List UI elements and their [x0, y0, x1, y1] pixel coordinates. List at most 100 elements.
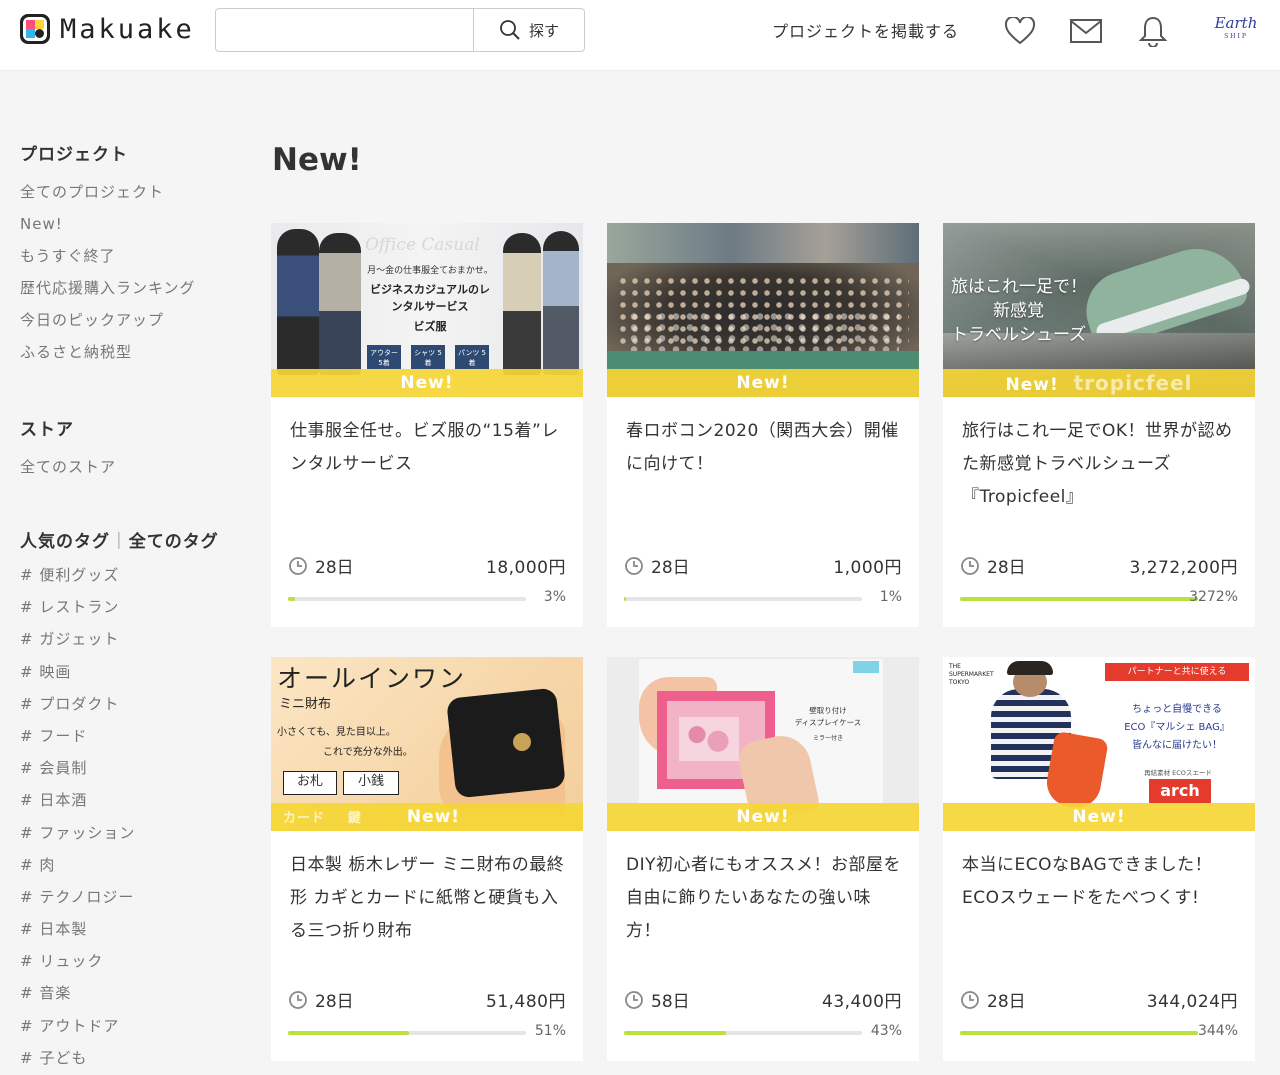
tag-item[interactable]: # 日本酒: [20, 785, 240, 817]
project-image[interactable]: 旅はこれ一足で！ 新感覚 トラベルシューズ New! tropicfeel: [943, 223, 1255, 397]
progress-percent: 344%: [1197, 1023, 1238, 1039]
tag-item[interactable]: # 会員制: [20, 753, 240, 785]
days-value: 28日: [987, 992, 1026, 1012]
image-line-2: これで充分な外出。: [323, 747, 413, 758]
sidebar-item-all-stores[interactable]: 全てのストア: [20, 453, 240, 485]
tag-item[interactable]: # 日本製: [20, 914, 240, 946]
progress-percent: 43%: [870, 1023, 902, 1039]
tag-item[interactable]: # 音楽: [20, 978, 240, 1010]
project-card[interactable]: THE SUPERMARKET TOKYO パートナーと共に使える ちょっと自慢…: [943, 657, 1255, 1061]
days-value: 28日: [315, 992, 354, 1012]
tag-item[interactable]: # ファッション: [20, 818, 240, 850]
tag-item[interactable]: # 便利グッズ: [20, 560, 240, 592]
tag-item[interactable]: # 映画: [20, 657, 240, 689]
project-image[interactable]: オールインワン ミニ財布 小さくても、見た目以上。 これで充分な外出。 お札 小…: [271, 657, 583, 831]
progress-fill: [960, 597, 1198, 601]
image-headline: ビジネスカジュアルのレンタルサービス: [370, 283, 490, 313]
sidebar-item-ending-soon[interactable]: もうすぐ終了: [20, 242, 240, 274]
sidebar-item-new[interactable]: New!: [20, 210, 240, 242]
bell-icon[interactable]: [1136, 14, 1170, 48]
image-line-3: 皆んなに届けたい！: [1132, 740, 1222, 751]
project-title[interactable]: 旅行はこれ一足でOK！世界が認めた新感覚トラベルシューズ『Tropicfeel』: [962, 415, 1240, 514]
sidebar-tags-heading: 人気のタグ | 全てのタグ: [20, 527, 240, 553]
new-badge: New!: [943, 803, 1255, 831]
tag-item[interactable]: # プロダクト: [20, 689, 240, 721]
clock-icon: [625, 556, 643, 575]
sidebar-item-all-projects[interactable]: 全てのプロジェクト: [20, 178, 240, 210]
sidebar-item-furusato[interactable]: ふるさと納税型: [20, 338, 240, 370]
page-title: New!: [272, 142, 362, 178]
chip-card-faded: カード: [283, 811, 326, 826]
project-card[interactable]: オールインワン ミニ財布 小さくても、見た目以上。 これで充分な外出。 お札 小…: [271, 657, 583, 1061]
search-box: 探す: [215, 8, 585, 52]
image-line-2: ディスプレイケース: [794, 718, 862, 727]
sidebar-store-heading: ストア: [20, 420, 74, 440]
popular-tags-label: 人気のタグ: [20, 532, 110, 552]
tag-item[interactable]: # 肉: [20, 850, 240, 882]
arch-logo: arch: [1149, 779, 1211, 803]
tag-item[interactable]: # 子ども: [20, 1043, 240, 1075]
funded-amount: 1,000円: [833, 558, 902, 578]
search-input[interactable]: [216, 9, 473, 51]
post-project-link[interactable]: プロジェクトを掲載する: [772, 18, 959, 42]
image-tagline: 月〜金の仕事服全ておまかせ。: [367, 266, 493, 276]
chip-bills: お札: [283, 771, 337, 795]
project-card[interactable]: 壁取り付け ディスプレイケース ミラー付き New! DIY初心者にもオススメ！…: [607, 657, 919, 1061]
days-value: 28日: [987, 558, 1026, 578]
search-button[interactable]: 探す: [473, 9, 584, 51]
progress-bar: [288, 1031, 526, 1035]
chip-coins: 小銭: [343, 771, 399, 795]
user-logo-sub: SHIP: [1224, 33, 1248, 40]
tag-item[interactable]: # テクノロジー: [20, 882, 240, 914]
sidebar-item-ranking[interactable]: 歴代応援購入ランキング: [20, 274, 240, 306]
image-line-2: 新感覚: [993, 301, 1044, 321]
new-badge: New!: [607, 369, 919, 397]
days-left: 58日: [624, 987, 690, 1012]
project-title[interactable]: 日本製 栃木レザー ミニ財布の最終形 カギとカードに紙幣と硬貨も入る三つ折り財布: [290, 849, 568, 948]
makuake-logo[interactable]: Makuake: [18, 12, 195, 46]
search-icon: [500, 20, 520, 40]
new-badge: New!: [271, 369, 583, 397]
funded-amount: 344,024円: [1146, 992, 1238, 1012]
tag-item[interactable]: # レストラン: [20, 592, 240, 624]
heart-icon[interactable]: [1003, 14, 1037, 48]
mail-icon[interactable]: [1069, 14, 1103, 48]
project-title[interactable]: 本当にECOなBAGできました！ECOスウェードをたべつくす!: [962, 849, 1240, 915]
all-tags-link[interactable]: 全てのタグ: [129, 527, 219, 552]
user-avatar[interactable]: Earth SHIP: [1212, 16, 1260, 46]
project-card[interactable]: New! 春ロボコン2020（関西大会）開催に向けて！ 28日 1,000円 1…: [607, 223, 919, 627]
project-card[interactable]: Office Casual 月〜金の仕事服全ておまかせ。 ビジネスカジュアルのレ…: [271, 223, 583, 627]
search-button-label: 探す: [528, 21, 559, 40]
project-image[interactable]: THE SUPERMARKET TOKYO パートナーと共に使える ちょっと自慢…: [943, 657, 1255, 831]
project-title[interactable]: 春ロボコン2020（関西大会）開催に向けて！: [626, 415, 904, 481]
new-badge-label: New!: [1005, 375, 1059, 395]
progress-fill: [624, 1031, 727, 1035]
tag-item[interactable]: # ガジェット: [20, 624, 240, 656]
chip-key-faded: 鍵: [347, 811, 362, 826]
tag-item[interactable]: # フード: [20, 721, 240, 753]
tag-item[interactable]: # リュック: [20, 946, 240, 978]
new-badge: New! tropicfeel: [943, 369, 1255, 397]
project-title[interactable]: DIY初心者にもオススメ！お部屋を自由に飾りたいあなたの強い味方！: [626, 849, 904, 948]
days-left: 28日: [960, 987, 1026, 1012]
image-line-3: トラベルシューズ: [951, 325, 1087, 345]
project-title[interactable]: 仕事服全任せ。ビズ服の“15着”レンタルサービス: [290, 415, 568, 481]
project-image[interactable]: New!: [607, 223, 919, 397]
project-image[interactable]: Office Casual 月〜金の仕事服全ておまかせ。 ビジネスカジュアルのレ…: [271, 223, 583, 397]
office-casual-text: Office Casual: [365, 235, 480, 255]
sidebar-item-pickup[interactable]: 今日のピックアップ: [20, 306, 240, 338]
image-line-1: 小さくても、見た目以上。: [277, 727, 396, 738]
tag-item[interactable]: # アウトドア: [20, 1011, 240, 1043]
new-badge: カード 鍵 New!: [271, 803, 583, 831]
days-left: 28日: [624, 553, 690, 578]
project-image[interactable]: 壁取り付け ディスプレイケース ミラー付き New!: [607, 657, 919, 831]
clock-icon: [289, 990, 307, 1009]
chip-outer: アウター 5着: [367, 345, 401, 369]
project-card[interactable]: 旅はこれ一足で！ 新感覚 トラベルシューズ New! tropicfeel 旅行…: [943, 223, 1255, 627]
image-line-1: ちょっと自慢できる: [1132, 704, 1222, 715]
funded-amount: 3,272,200円: [1129, 558, 1238, 578]
days-value: 58日: [651, 992, 690, 1012]
logo-text: Makuake: [60, 13, 195, 45]
image-tag: パートナーと共に使える: [1105, 663, 1249, 681]
days-left: 28日: [288, 553, 354, 578]
